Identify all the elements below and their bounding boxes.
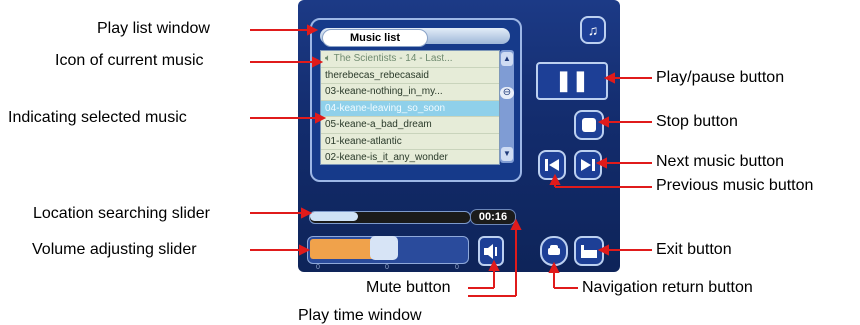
- music-list-tab[interactable]: Music list: [322, 29, 428, 47]
- next-music-button[interactable]: [574, 150, 602, 180]
- mute-button[interactable]: [478, 236, 504, 266]
- label-stop-button: Stop button: [656, 113, 738, 130]
- playlist[interactable]: 🔈︎ The Scientists - 14 - Last... therebe…: [320, 50, 500, 165]
- scroll-up-icon[interactable]: ▲: [501, 52, 513, 66]
- volume-slider-handle[interactable]: [370, 236, 398, 260]
- volume-tick: 0: [385, 264, 389, 271]
- label-indicating-selected-music: Indicating selected music: [8, 109, 187, 126]
- volume-tick: 0: [455, 264, 459, 271]
- scroll-thumb-icon[interactable]: ⊖: [500, 87, 514, 99]
- label-next-button: Next music button: [656, 153, 785, 170]
- label-previous-button: Previous music button: [656, 177, 814, 194]
- car-icon: [548, 245, 560, 255]
- exit-icon: [581, 245, 597, 258]
- playlist-item[interactable]: therebecas_rebecasaid: [321, 68, 499, 84]
- playtime-window: 00:16: [470, 209, 516, 225]
- label-playlist-window: Play list window: [97, 20, 210, 37]
- label-location-slider: Location searching slider: [33, 205, 210, 222]
- next-icon: [581, 159, 595, 171]
- stop-icon: [582, 118, 596, 132]
- label-mute-button: Mute button: [366, 279, 451, 296]
- pause-icon: ❚❚: [555, 70, 589, 92]
- navigation-return-button[interactable]: [540, 236, 568, 266]
- label-playtime-window: Play time window: [298, 307, 422, 324]
- play-pause-button[interactable]: ❚❚: [536, 62, 608, 100]
- location-slider-handle[interactable]: [310, 212, 358, 221]
- playlist-item-selected[interactable]: 04-keane-leaving_so_soon: [321, 100, 499, 117]
- playlist-item[interactable]: 02-keane-is_it_any_wonder: [321, 150, 499, 164]
- playlist-item-current[interactable]: 🔈︎ The Scientists - 14 - Last...: [321, 51, 499, 68]
- scroll-down-icon[interactable]: ▼: [501, 147, 513, 161]
- exit-button[interactable]: [574, 236, 604, 266]
- previous-music-button[interactable]: [538, 150, 566, 180]
- playlist-item[interactable]: 03-keane-nothing_in_my...: [321, 84, 499, 101]
- label-icon-current-music: Icon of current music: [55, 52, 204, 69]
- label-exit-button: Exit button: [656, 241, 732, 258]
- volume-tick: 0: [316, 264, 320, 271]
- music-note-icon[interactable]: ♫: [580, 16, 606, 44]
- playlist-item[interactable]: 01-keane-atlantic: [321, 134, 499, 150]
- previous-icon: [545, 159, 559, 171]
- playlist-item-label: The Scientists - 14 - Last...: [333, 53, 453, 64]
- stop-button[interactable]: [574, 110, 604, 140]
- speaker-icon: [484, 244, 497, 259]
- current-music-icon: 🔈︎: [325, 53, 331, 64]
- label-play-pause-button: Play/pause button: [656, 69, 785, 86]
- label-navigation-return-button: Navigation return button: [582, 279, 753, 296]
- playlist-item[interactable]: 05-keane-a_bad_dream: [321, 117, 499, 134]
- label-volume-slider: Volume adjusting slider: [32, 241, 197, 258]
